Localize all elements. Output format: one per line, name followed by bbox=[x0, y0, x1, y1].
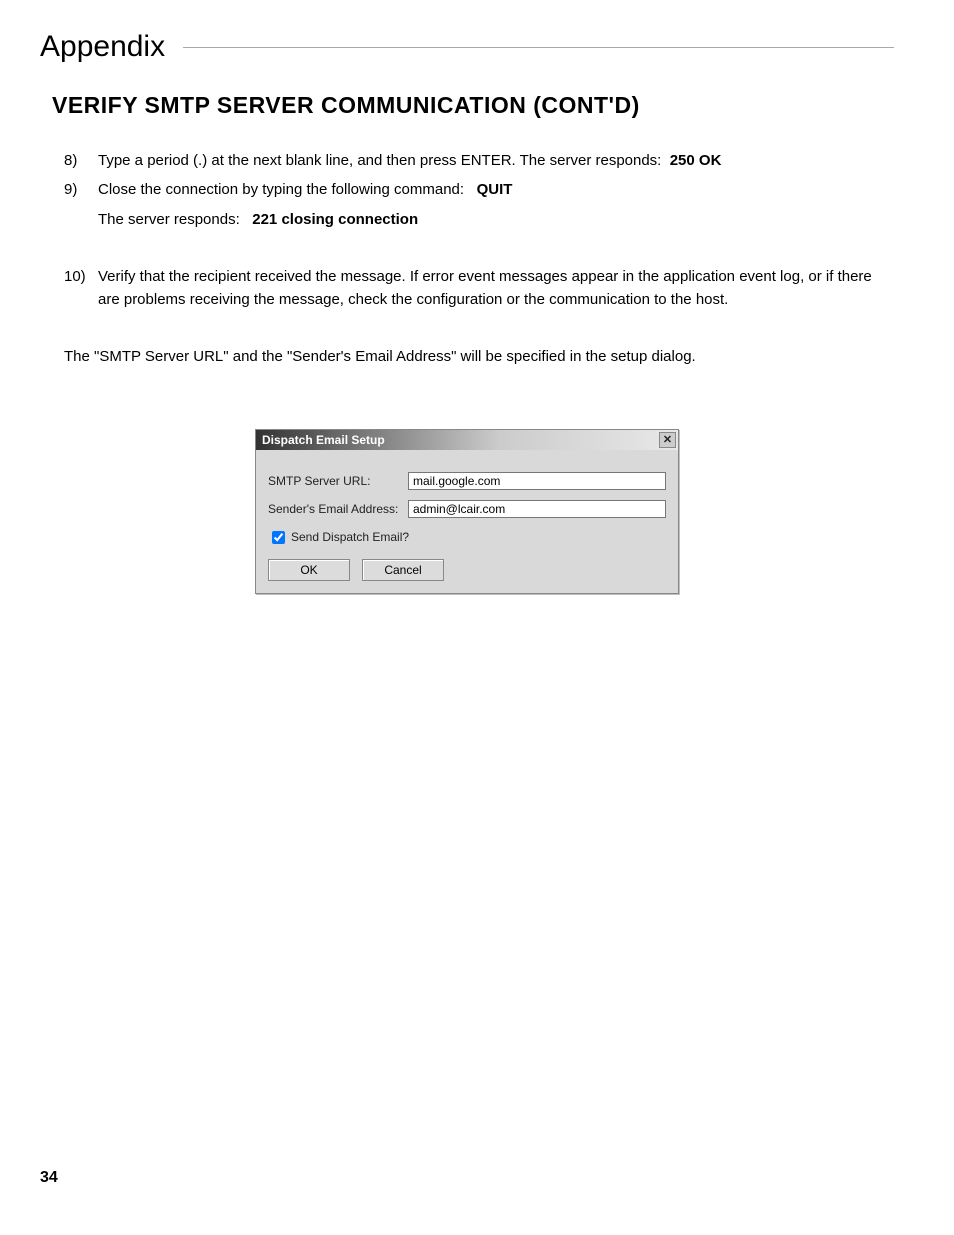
step-9: 9) Close the connection by typing the fo… bbox=[64, 178, 894, 201]
sender-email-label: Sender's Email Address: bbox=[268, 502, 408, 516]
code-text: QUIT bbox=[477, 181, 513, 198]
step-10: 10) Verify that the recipient received t… bbox=[64, 265, 894, 312]
step-text: Type a period (.) at the next blank line… bbox=[98, 152, 661, 169]
dialog-body: SMTP Server URL: Sender's Email Address:… bbox=[256, 450, 678, 593]
appendix-title: Appendix bbox=[40, 30, 183, 64]
dialog-button-row: OK Cancel bbox=[268, 559, 666, 581]
close-icon: ✕ bbox=[663, 433, 672, 446]
note-paragraph: The "SMTP Server URL" and the "Sender's … bbox=[64, 345, 894, 368]
page-number: 34 bbox=[40, 1169, 58, 1187]
field-row-smtp: SMTP Server URL: bbox=[268, 472, 666, 490]
step-number: 10) bbox=[64, 265, 98, 312]
dialog-title: Dispatch Email Setup bbox=[262, 433, 659, 447]
send-dispatch-checkbox[interactable] bbox=[272, 531, 285, 544]
step-9-sub: The server responds: 221 closing connect… bbox=[98, 208, 894, 231]
section-heading: VERIFY SMTP SERVER COMMUNICATION (CONT'D… bbox=[52, 92, 894, 119]
step-number: 8) bbox=[64, 149, 98, 172]
header-rule bbox=[183, 47, 894, 48]
step-text: The server responds: bbox=[98, 211, 240, 228]
appendix-header: Appendix bbox=[40, 30, 894, 64]
cancel-button[interactable]: Cancel bbox=[362, 559, 444, 581]
smtp-url-label: SMTP Server URL: bbox=[268, 474, 408, 488]
step-body: Type a period (.) at the next blank line… bbox=[98, 149, 894, 172]
step-body: Close the connection by typing the follo… bbox=[98, 178, 894, 201]
step-8: 8) Type a period (.) at the next blank l… bbox=[64, 149, 894, 172]
dialog-titlebar: Dispatch Email Setup ✕ bbox=[256, 430, 678, 450]
dispatch-email-setup-dialog: Dispatch Email Setup ✕ SMTP Server URL: … bbox=[255, 429, 679, 594]
send-dispatch-label: Send Dispatch Email? bbox=[291, 530, 409, 544]
step-text: Close the connection by typing the follo… bbox=[98, 181, 464, 198]
step-number: 9) bbox=[64, 178, 98, 201]
code-text: 221 closing connection bbox=[252, 211, 418, 228]
ok-button[interactable]: OK bbox=[268, 559, 350, 581]
smtp-url-input[interactable] bbox=[408, 472, 666, 490]
step-text: Verify that the recipient received the m… bbox=[98, 268, 872, 308]
sender-email-input[interactable] bbox=[408, 500, 666, 518]
code-text: 250 OK bbox=[670, 152, 722, 169]
step-body: Verify that the recipient received the m… bbox=[98, 265, 894, 312]
close-button[interactable]: ✕ bbox=[659, 432, 676, 448]
step-list: 8) Type a period (.) at the next blank l… bbox=[64, 149, 894, 311]
send-dispatch-row: Send Dispatch Email? bbox=[268, 528, 666, 547]
field-row-email: Sender's Email Address: bbox=[268, 500, 666, 518]
